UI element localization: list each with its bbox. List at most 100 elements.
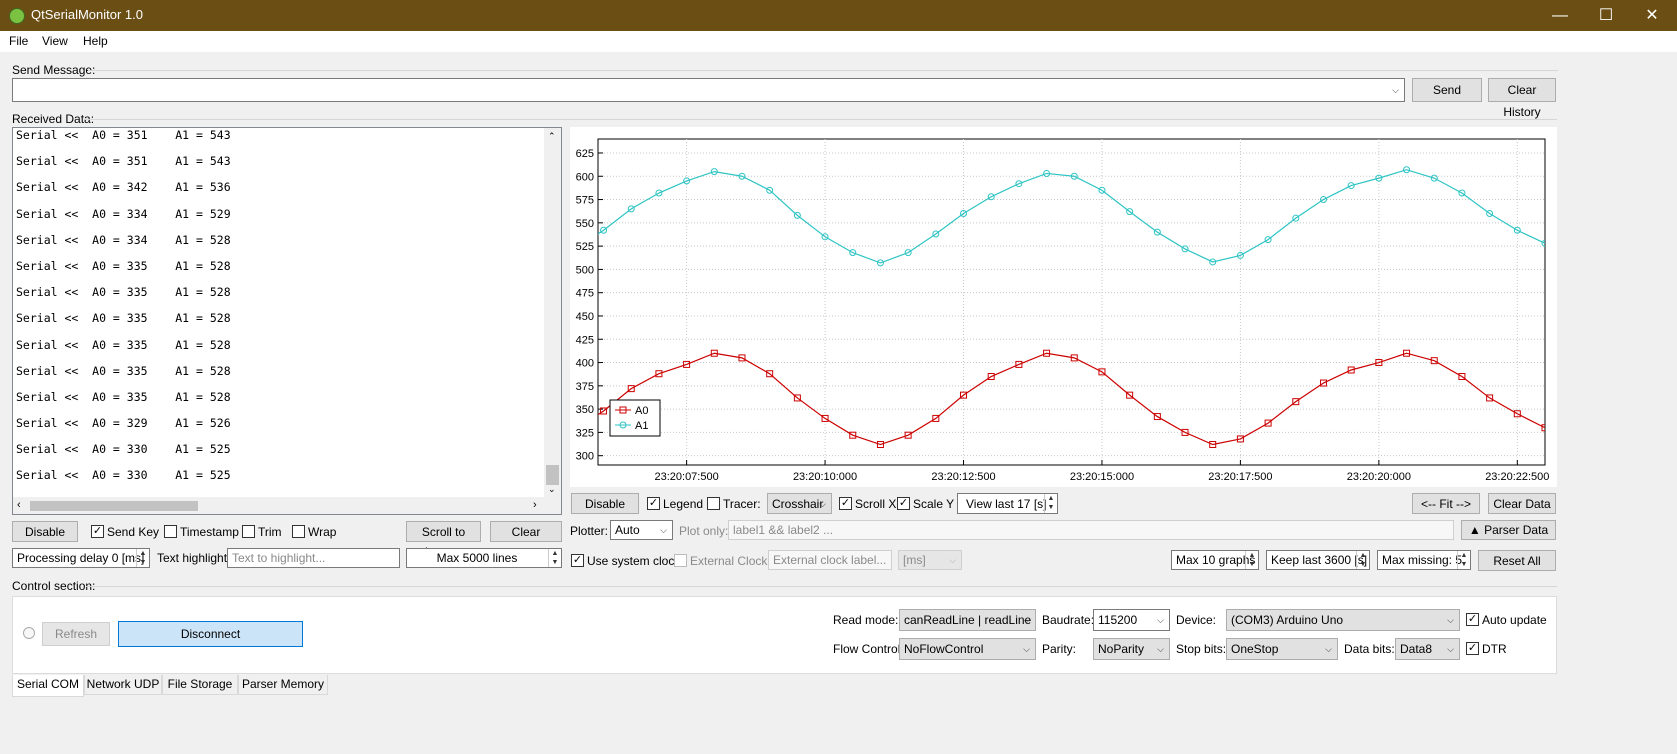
vertical-scrollbar[interactable]: ⌃ ⌄ xyxy=(544,128,561,498)
auto-update-checkbox[interactable]: ✓ xyxy=(1466,613,1479,626)
external-clock-checkbox[interactable] xyxy=(674,554,687,567)
x-tick-label: 23:20:12:500 xyxy=(931,471,995,483)
flow-control-value: NoFlowControl xyxy=(904,642,984,656)
scroll-down-icon[interactable]: ⌄ xyxy=(548,484,556,495)
parity-select[interactable]: NoParity ⌵ xyxy=(1093,638,1170,660)
legend-checkbox[interactable]: ✓ xyxy=(647,497,660,510)
external-unit-select[interactable]: [ms] ⌵ xyxy=(898,550,962,570)
reset-all-button[interactable]: Reset All xyxy=(1478,550,1556,571)
send-message-input[interactable]: ⌵ xyxy=(12,78,1405,102)
scroll-left-icon[interactable]: ‹ xyxy=(17,499,21,511)
flow-control-select[interactable]: NoFlowControl ⌵ xyxy=(899,638,1036,660)
received-data-log[interactable]: Serial << A0 = 351 A1 = 543 Serial << A0 … xyxy=(12,127,562,515)
x-tick-label: 23:20:10:000 xyxy=(793,471,857,483)
menu-bar: File View Help xyxy=(0,31,1677,52)
menu-file[interactable]: File xyxy=(9,34,28,48)
read-mode-select[interactable]: canReadLine | readLine ⌵ xyxy=(899,609,1036,631)
vertical-scroll-thumb[interactable] xyxy=(546,465,559,485)
text-highlight-input[interactable]: Text to highlight... xyxy=(227,548,400,568)
tracer-checkbox[interactable] xyxy=(707,497,720,510)
spin-arrows-icon[interactable]: ▲ ▼ xyxy=(1356,551,1369,569)
tab-parser-memory[interactable]: Parser Memory xyxy=(238,675,328,695)
chevron-down-icon: ⌵ xyxy=(1023,615,1030,625)
chevron-down-icon: ⌵ xyxy=(1157,615,1164,625)
use-system-clock-checkbox[interactable]: ✓ xyxy=(571,554,584,567)
stop-bits-select[interactable]: OneStop ⌵ xyxy=(1226,638,1338,660)
spin-arrows-icon[interactable]: ▲ ▼ xyxy=(1457,551,1470,569)
plot-only-label: Plot only: xyxy=(679,524,729,538)
view-last-spinbox[interactable]: View last 17 [s] ▲ ▼ xyxy=(957,493,1058,514)
scroll-to-bottom-button[interactable]: Scroll to buttom xyxy=(406,521,481,559)
disconnect-button[interactable]: Disconnect xyxy=(118,621,303,647)
read-mode-value: canReadLine | readLine xyxy=(904,613,1032,627)
baudrate-select[interactable]: 115200 ⌵ xyxy=(1093,609,1170,631)
max-graphs-spinbox[interactable]: Max 10 graphs ▲ ▼ xyxy=(1171,550,1259,570)
plot-disable-button[interactable]: Disable xyxy=(571,493,639,514)
maximize-icon[interactable]: ☐ xyxy=(1583,0,1629,31)
wrap-checkbox[interactable] xyxy=(292,525,305,538)
fit-button[interactable]: <-- Fit --> xyxy=(1412,493,1480,514)
title-bar: QtSerialMonitor 1.0 — ☐ ✕ xyxy=(0,0,1677,31)
scroll-right-icon[interactable]: › xyxy=(533,499,537,511)
x-tick-label: 23:20:07:500 xyxy=(654,471,718,483)
keep-last-spinbox[interactable]: Keep last 3600 [s] ▲ ▼ xyxy=(1266,550,1370,570)
spin-arrows-icon[interactable]: ▲ ▼ xyxy=(548,549,561,567)
plotter-select[interactable]: Auto ⌵ xyxy=(610,520,673,540)
clear-log-button[interactable]: Clear xyxy=(490,521,562,542)
read-mode-label: Read mode: xyxy=(833,613,899,627)
data-bits-value: Data8 xyxy=(1400,642,1433,656)
tracer-mode-select[interactable]: Crosshair ⌵ xyxy=(767,493,832,514)
timestamp-label: Timestamp xyxy=(180,525,239,539)
y-tick-label: 475 xyxy=(576,288,594,300)
y-tick-label: 625 xyxy=(576,148,594,160)
plotter-value: Auto xyxy=(615,523,640,537)
y-tick-label: 450 xyxy=(576,311,594,323)
timestamp-checkbox[interactable] xyxy=(164,525,177,538)
spin-arrows-icon[interactable]: ▲ ▼ xyxy=(136,549,149,567)
plot-area[interactable]: 300 325 350 375 400 425 450 475 500 525 550 575 600 6… xyxy=(570,127,1557,487)
log-line: Serial << A0 = 334 A1 = 528 xyxy=(16,232,231,247)
wrap-label: Wrap xyxy=(308,525,337,539)
scale-y-checkbox[interactable]: ✓ xyxy=(897,497,910,510)
control-group-divider xyxy=(86,586,1557,587)
max-lines-spinbox[interactable]: Max 5000 lines ▲ ▼ xyxy=(406,548,562,568)
parser-data-button[interactable]: ▲ Parser Data xyxy=(1461,520,1556,540)
dtr-checkbox[interactable]: ✓ xyxy=(1466,642,1479,655)
plot-only-input[interactable]: label1 && label2 ... xyxy=(728,520,1454,540)
menu-help[interactable]: Help xyxy=(83,34,108,48)
send-button[interactable]: Send xyxy=(1412,78,1482,102)
trim-checkbox[interactable] xyxy=(242,525,255,538)
plotter-label: Plotter: xyxy=(570,524,609,538)
text-disable-button[interactable]: Disable xyxy=(12,521,78,542)
chevron-down-icon: ⌵ xyxy=(1392,85,1399,95)
tab-file-storage[interactable]: File Storage xyxy=(162,675,238,695)
send-key-checkbox[interactable]: ✓ xyxy=(91,525,104,538)
x-tick-label: 23:20:17:500 xyxy=(1208,471,1272,483)
external-clock-input[interactable]: External clock label... xyxy=(768,550,892,570)
spin-arrows-icon[interactable]: ▲ ▼ xyxy=(1245,551,1258,569)
horizontal-scroll-thumb[interactable] xyxy=(30,501,198,511)
log-line: Serial << A0 = 351 A1 = 543 xyxy=(16,154,231,169)
y-tick-label: 600 xyxy=(576,171,594,183)
line-chart[interactable]: 300 325 350 375 400 425 450 475 500 525 550 575 600 6… xyxy=(570,127,1557,487)
processing-delay-spinbox[interactable]: Processing delay 0 [ms] ▲ ▼ xyxy=(12,548,150,568)
scroll-up-icon[interactable]: ⌃ xyxy=(548,131,556,142)
tab-serial-com[interactable]: Serial COM xyxy=(12,675,84,697)
tab-network-udp[interactable]: Network UDP xyxy=(84,675,162,695)
spin-arrows-icon[interactable]: ▲ ▼ xyxy=(1044,494,1057,513)
auto-update-label: Auto update xyxy=(1482,613,1547,627)
close-icon[interactable]: ✕ xyxy=(1629,0,1675,31)
max-missing-spinbox[interactable]: Max missing: 5 ▲ ▼ xyxy=(1377,550,1471,570)
device-select[interactable]: (COM3) Arduino Uno ⌵ xyxy=(1226,609,1460,631)
clear-history-button[interactable]: Clear History xyxy=(1488,78,1556,119)
log-line: Serial << A0 = 335 A1 = 528 xyxy=(16,258,231,273)
data-bits-select[interactable]: Data8 ⌵ xyxy=(1395,638,1460,660)
menu-view[interactable]: View xyxy=(42,34,68,48)
refresh-button[interactable]: Refresh xyxy=(42,622,110,646)
scroll-x-checkbox[interactable]: ✓ xyxy=(839,497,852,510)
clear-data-button[interactable]: Clear Data xyxy=(1488,493,1556,514)
chevron-down-icon: ⌵ xyxy=(1023,644,1030,654)
minimize-icon[interactable]: — xyxy=(1537,0,1583,31)
dtr-label: DTR xyxy=(1482,642,1507,656)
horizontal-scrollbar[interactable]: ‹ › xyxy=(13,497,561,514)
